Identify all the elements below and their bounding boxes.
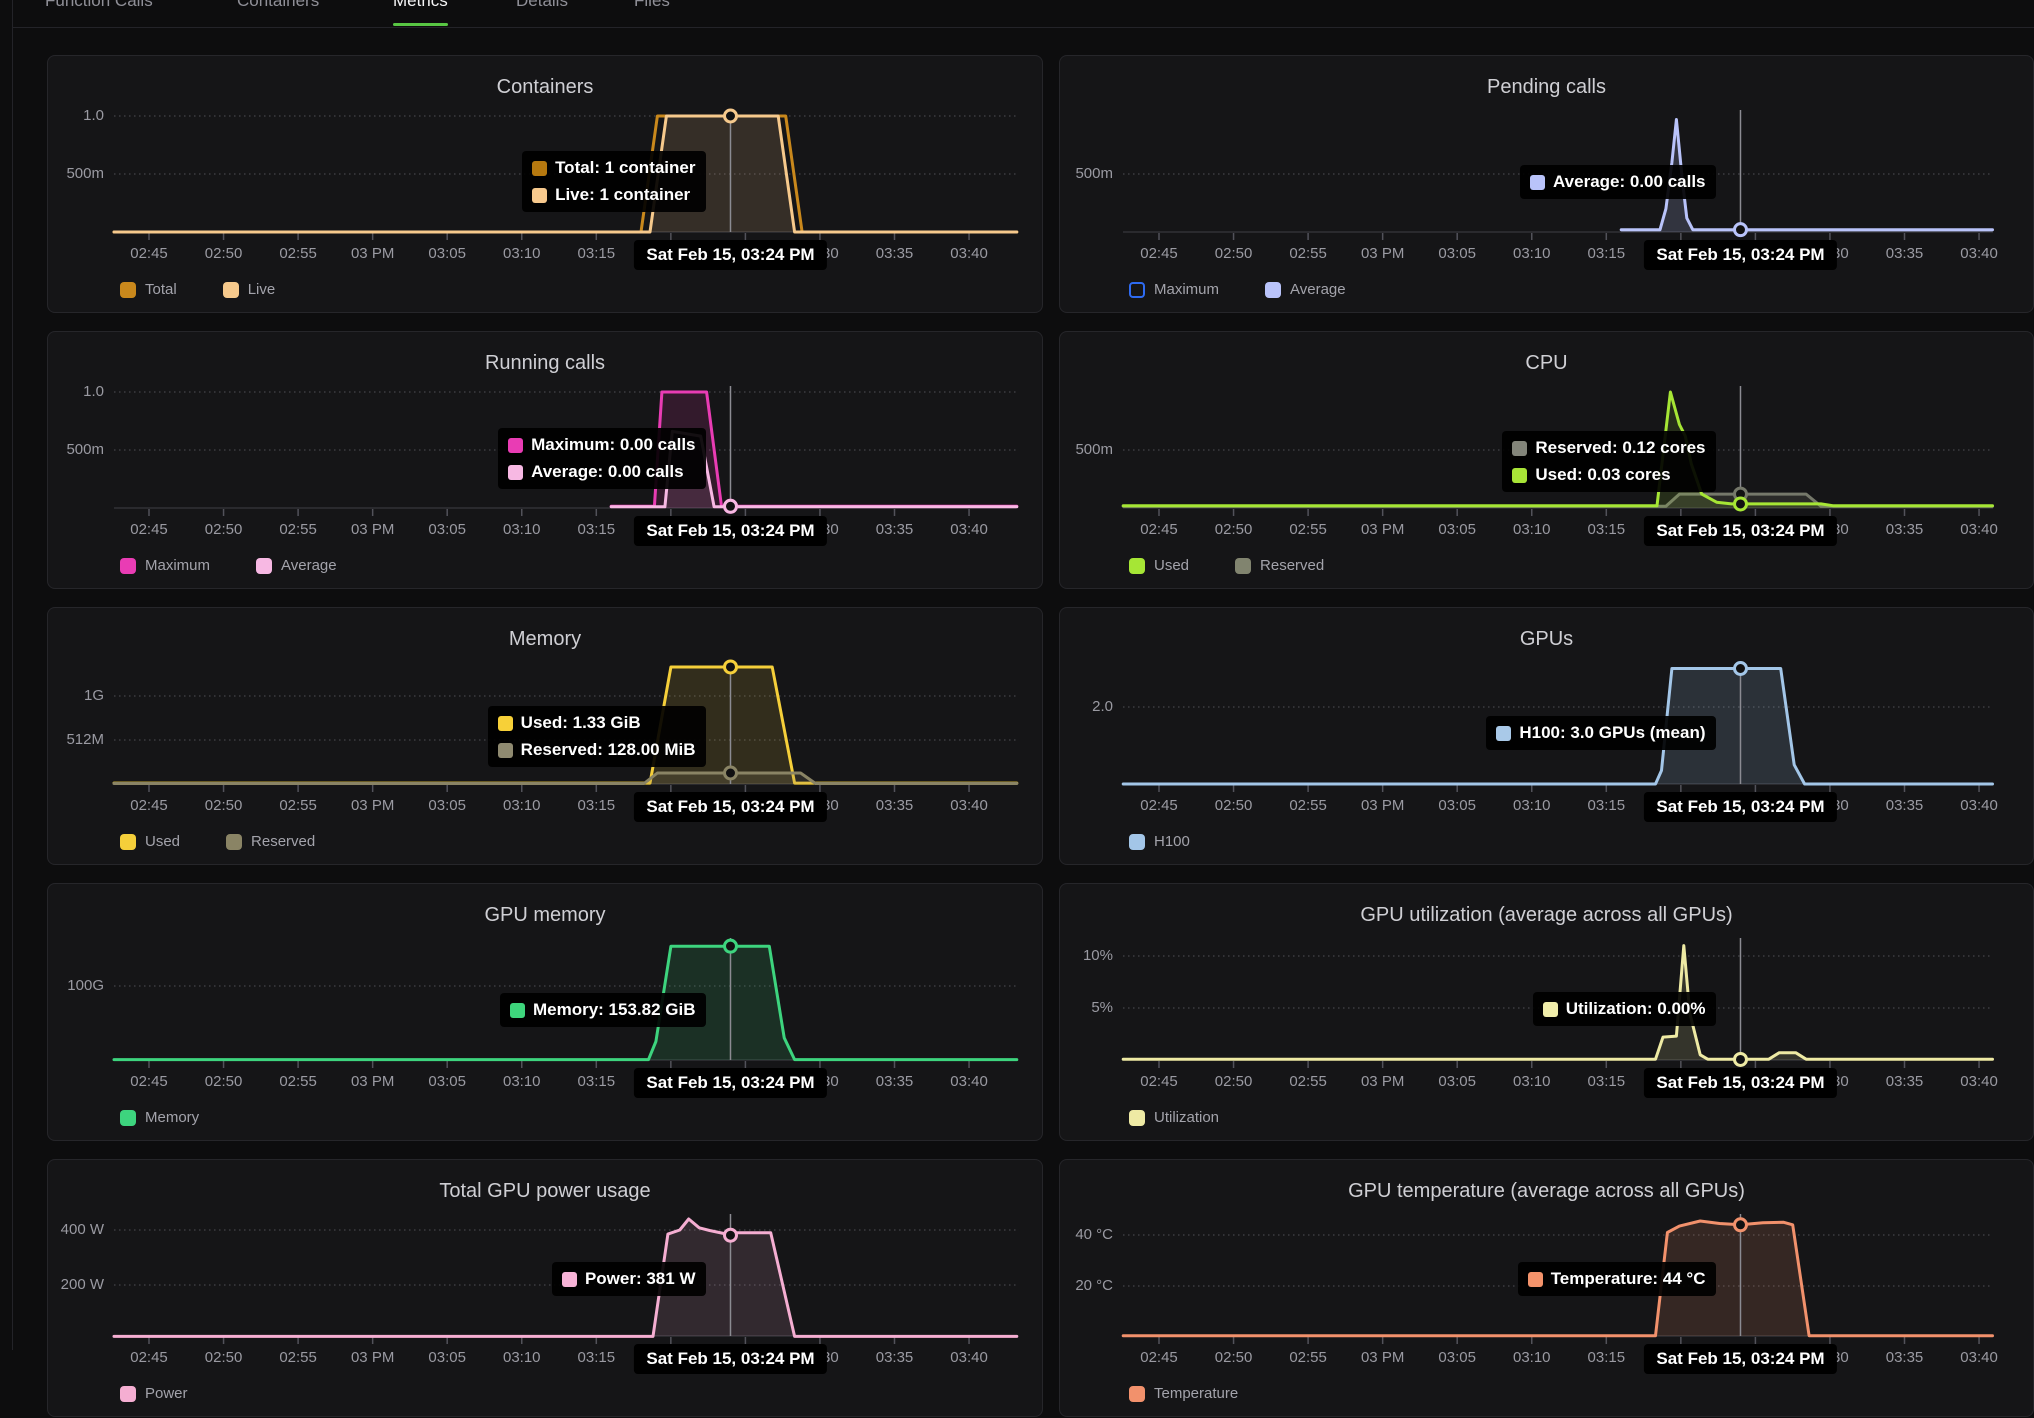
series-marker — [724, 1229, 736, 1241]
tooltip-text: Power: 381 W — [585, 1269, 696, 1289]
date-tooltip: Sat Feb 15, 03:24 PM — [1644, 1068, 1836, 1098]
tooltip-swatch-icon — [498, 716, 513, 731]
tooltip-text: Used: 1.33 GiB — [521, 713, 641, 733]
tooltip-swatch-icon — [1528, 1272, 1543, 1287]
tooltip-text: H100: 3.0 GPUs (mean) — [1519, 723, 1705, 743]
value-tooltip: Temperature: 44 °C — [1518, 1262, 1716, 1296]
series-marker — [1734, 498, 1746, 510]
tab-function-calls[interactable]: Function Calls — [45, 0, 153, 11]
chart-panel-memory: Memory1G512M02:4502:5002:5503 PM03:0503:… — [47, 607, 1043, 865]
tab-details[interactable]: Details — [516, 0, 568, 11]
series-marker — [1734, 1053, 1746, 1065]
tooltip-row: Temperature: 44 °C — [1528, 1269, 1706, 1289]
value-tooltip: Maximum: 0.00 calls Average: 0.00 calls — [498, 428, 705, 489]
tooltip-row: Used: 0.03 cores — [1512, 465, 1705, 485]
tabbar-separator — [12, 27, 2034, 28]
tooltip-swatch-icon — [1530, 175, 1545, 190]
active-tab-underline — [393, 23, 448, 26]
tooltip-text: Reserved: 0.12 cores — [1535, 438, 1705, 458]
value-tooltip: Utilization: 0.00% — [1533, 992, 1716, 1026]
value-tooltip: Average: 0.00 calls — [1520, 165, 1715, 199]
date-tooltip: Sat Feb 15, 03:24 PM — [634, 792, 826, 822]
tooltip-row: Maximum: 0.00 calls — [508, 435, 695, 455]
tooltip-row: Live: 1 container — [532, 185, 695, 205]
tooltip-swatch-icon — [532, 161, 547, 176]
chart-panel-containers: Containers1.0500m02:4502:5002:5503 PM03:… — [47, 55, 1043, 313]
tab-files[interactable]: Files — [634, 0, 670, 11]
date-tooltip: Sat Feb 15, 03:24 PM — [634, 1068, 826, 1098]
tooltip-swatch-icon — [508, 465, 523, 480]
tooltip-text: Memory: 153.82 GiB — [533, 1000, 696, 1020]
chart-panel-total-gpu-power-usage: Total GPU power usage400 W200 W02:4502:5… — [47, 1159, 1043, 1417]
tab-bar: Function Calls Containers Metrics Details Fi… — [0, 0, 2034, 25]
tooltip-row: Total: 1 container — [532, 158, 695, 178]
tab-containers[interactable]: Containers — [237, 0, 319, 11]
tooltip-swatch-icon — [498, 743, 513, 758]
value-tooltip: H100: 3.0 GPUs (mean) — [1486, 716, 1715, 750]
tooltip-row: H100: 3.0 GPUs (mean) — [1496, 723, 1705, 743]
tooltip-swatch-icon — [508, 438, 523, 453]
date-tooltip: Sat Feb 15, 03:24 PM — [1644, 792, 1836, 822]
tooltip-text: Average: 0.00 calls — [531, 462, 683, 482]
series-marker — [724, 940, 736, 952]
chart-panel-gpu-temperature: GPU temperature (average across all GPUs… — [1059, 1159, 2034, 1417]
tooltip-row: Average: 0.00 calls — [508, 462, 695, 482]
tooltip-swatch-icon — [1543, 1002, 1558, 1017]
series-marker — [724, 500, 736, 512]
date-tooltip: Sat Feb 15, 03:24 PM — [634, 1344, 826, 1374]
tooltip-text: Reserved: 128.00 MiB — [521, 740, 696, 760]
chart-panel-cpu: CPU500m02:4502:5002:5503 PM03:0503:1003:… — [1059, 331, 2034, 589]
tooltip-swatch-icon — [532, 188, 547, 203]
tooltip-swatch-icon — [1512, 468, 1527, 483]
date-tooltip: Sat Feb 15, 03:24 PM — [1644, 516, 1836, 546]
value-tooltip: Reserved: 0.12 cores Used: 0.03 cores — [1502, 431, 1715, 492]
chart-panel-gpu-memory: GPU memory100G02:4502:5002:5503 PM03:050… — [47, 883, 1043, 1141]
metrics-dashboard: { "page": { "accent_green": "#58c643", "… — [0, 0, 2034, 1350]
value-tooltip: Memory: 153.82 GiB — [500, 993, 706, 1027]
tooltip-row: Reserved: 128.00 MiB — [498, 740, 696, 760]
tooltip-row: Used: 1.33 GiB — [498, 713, 696, 733]
tooltip-swatch-icon — [1512, 441, 1527, 456]
chart-panel-gpu-utilization: GPU utilization (average across all GPUs… — [1059, 883, 2034, 1141]
series-marker — [724, 110, 736, 122]
tooltip-row: Power: 381 W — [562, 1269, 696, 1289]
series-marker — [724, 767, 736, 779]
tooltip-row: Reserved: 0.12 cores — [1512, 438, 1705, 458]
value-tooltip: Used: 1.33 GiB Reserved: 128.00 MiB — [488, 706, 706, 767]
chart-panel-gpus: GPUs2.002:4502:5002:5503 PM03:0503:1003:… — [1059, 607, 2034, 865]
tooltip-text: Used: 0.03 cores — [1535, 465, 1670, 485]
chart-plot[interactable] — [48, 1160, 1044, 1418]
series-marker — [724, 661, 736, 673]
tooltip-row: Average: 0.00 calls — [1530, 172, 1705, 192]
series-marker — [1734, 224, 1746, 236]
date-tooltip: Sat Feb 15, 03:24 PM — [1644, 240, 1836, 270]
chart-panel-running-calls: Running calls1.0500m02:4502:5002:5503 PM… — [47, 331, 1043, 589]
tooltip-text: Total: 1 container — [555, 158, 695, 178]
value-tooltip: Power: 381 W — [552, 1262, 706, 1296]
page-left-border — [12, 0, 13, 1350]
date-tooltip: Sat Feb 15, 03:24 PM — [1644, 1344, 1836, 1374]
series-marker — [1734, 663, 1746, 675]
value-tooltip: Total: 1 container Live: 1 container — [522, 151, 705, 212]
chart-panel-pending-calls: Pending calls500m02:4502:5002:5503 PM03:… — [1059, 55, 2034, 313]
date-tooltip: Sat Feb 15, 03:24 PM — [634, 240, 826, 270]
tooltip-row: Memory: 153.82 GiB — [510, 1000, 696, 1020]
tooltip-swatch-icon — [562, 1272, 577, 1287]
tooltip-text: Maximum: 0.00 calls — [531, 435, 695, 455]
tab-metrics[interactable]: Metrics — [393, 0, 448, 11]
tooltip-text: Average: 0.00 calls — [1553, 172, 1705, 192]
tooltip-text: Live: 1 container — [555, 185, 690, 205]
tooltip-swatch-icon — [1496, 726, 1511, 741]
tooltip-row: Utilization: 0.00% — [1543, 999, 1706, 1019]
tooltip-text: Utilization: 0.00% — [1566, 999, 1706, 1019]
tooltip-text: Temperature: 44 °C — [1551, 1269, 1706, 1289]
date-tooltip: Sat Feb 15, 03:24 PM — [634, 516, 826, 546]
tooltip-swatch-icon — [510, 1003, 525, 1018]
series-marker — [1734, 1219, 1746, 1231]
